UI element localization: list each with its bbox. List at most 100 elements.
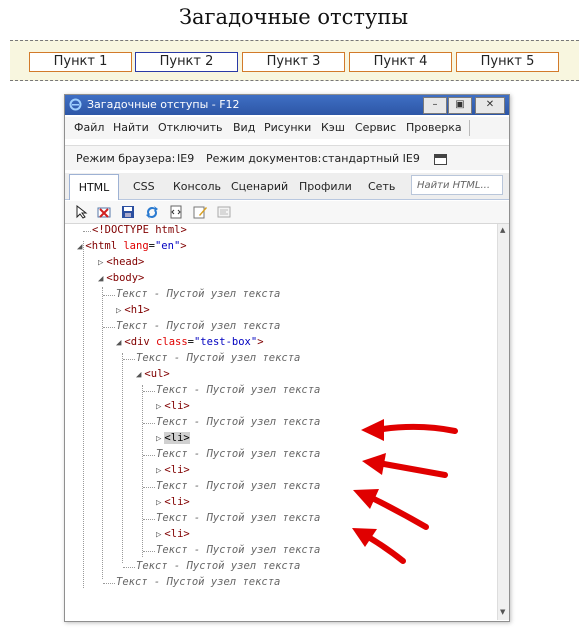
menu-view[interactable]: Вид <box>233 121 255 134</box>
tree-guide-tick <box>123 567 135 568</box>
tab-profiler[interactable]: Профили <box>299 180 352 193</box>
collapse-icon: ◢ <box>77 242 83 252</box>
collapse-icon: ◢ <box>98 274 104 284</box>
devtools-toolbar <box>65 201 509 224</box>
tree-node-doctype[interactable]: <!DOCTYPE html> <box>92 224 187 236</box>
tree-guide-tick <box>143 423 155 424</box>
minimize-button[interactable]: – <box>423 97 447 114</box>
collapse-icon: ◢ <box>136 370 142 380</box>
tree-text-node[interactable]: Текст - Пустой узел текста <box>156 480 320 492</box>
save-icon[interactable] <box>121 205 135 219</box>
browser-mode-label: Режим браузера: <box>76 152 176 165</box>
tree-guide-tick <box>103 295 115 296</box>
tree-guide-line <box>142 385 143 557</box>
tree-guide-line <box>102 287 103 579</box>
expand-icon: ▷ <box>156 434 162 444</box>
menu-cache[interactable]: Кэш <box>321 121 345 134</box>
expand-icon: ▷ <box>156 530 162 540</box>
menu-item-5[interactable]: Пункт 5 <box>456 52 559 72</box>
clear-outlines-icon[interactable] <box>97 205 111 219</box>
devtools-titlebar: Загадочные отступы - F12 – ▣ ✕ <box>65 95 509 115</box>
tab-console[interactable]: Консоль <box>173 180 221 193</box>
find-html-input[interactable]: Найти HTML... <box>411 175 503 195</box>
menu-file[interactable]: Файл <box>74 121 104 134</box>
tree-guide-tick <box>103 327 115 328</box>
menu-disable[interactable]: Отключить <box>158 121 223 134</box>
refresh-icon[interactable] <box>145 205 159 219</box>
tree-guide-tick <box>143 455 155 456</box>
menu-item-2[interactable]: Пункт 2 <box>135 52 238 72</box>
tree-guide-tick <box>143 391 155 392</box>
menu-item-3[interactable]: Пункт 3 <box>242 52 345 72</box>
doc-mode-label: Режим документов: <box>206 152 322 165</box>
tree-guide-line <box>83 241 84 588</box>
tree-guide-tick <box>83 231 91 232</box>
pin-window-icon[interactable] <box>434 154 447 165</box>
menu-images[interactable]: Рисунки <box>264 121 311 134</box>
tree-guide-tick <box>143 551 155 552</box>
menu-find[interactable]: Найти <box>113 121 149 134</box>
tab-css[interactable]: CSS <box>133 180 155 193</box>
tree-node-html[interactable]: ◢ <html lang="en"> <box>77 240 187 252</box>
dom-tree: <!DOCTYPE html> ◢ <html lang="en"> ▷ <head… <box>65 224 495 620</box>
edit-icon[interactable] <box>193 205 207 219</box>
tree-guide-tick <box>143 487 155 488</box>
tab-html[interactable]: HTML <box>69 174 119 200</box>
tree-guide-line <box>122 353 123 563</box>
tree-scrollbar[interactable]: ▲ ▼ <box>497 224 509 620</box>
menu-item-1[interactable]: Пункт 1 <box>29 52 132 72</box>
tree-guide-tick <box>143 519 155 520</box>
tree-node-li[interactable]: ▷ <li> <box>156 496 190 508</box>
collapse-icon: ◢ <box>116 338 122 348</box>
tree-node-div[interactable]: ◢ <div class="test-box"> <box>116 336 264 348</box>
devtools-tabs: HTML CSS Консоль Сценарий Профили Сеть Н… <box>65 173 509 200</box>
word-wrap-icon[interactable] <box>217 205 231 219</box>
ie-icon <box>69 98 82 111</box>
tree-text-node[interactable]: Текст - Пустой узел текста <box>136 560 300 572</box>
tree-text-node[interactable]: Текст - Пустой узел текста <box>116 320 280 332</box>
view-source-icon[interactable] <box>169 205 183 219</box>
tree-text-node[interactable]: Текст - Пустой узел текста <box>156 384 320 396</box>
tree-text-node[interactable]: Текст - Пустой узел текста <box>156 512 320 524</box>
mode-bar: Режим браузера: IE9 Режим документов: ст… <box>65 145 509 170</box>
expand-icon: ▷ <box>156 466 162 476</box>
scroll-up-icon[interactable]: ▲ <box>500 226 505 234</box>
tree-node-li[interactable]: ▷ <li> <box>156 464 190 476</box>
maximize-button[interactable]: ▣ <box>448 97 472 114</box>
tree-text-node[interactable]: Текст - Пустой узел текста <box>156 448 320 460</box>
browser-mode-value[interactable]: IE9 <box>177 152 194 165</box>
page-title: Загадочные отступы <box>178 5 409 29</box>
tree-guide-tick <box>103 583 115 584</box>
tab-script[interactable]: Сценарий <box>231 180 288 193</box>
menu-item-4[interactable]: Пункт 4 <box>349 52 452 72</box>
devtools-window: Загадочные отступы - F12 – ▣ ✕ Файл Найт… <box>64 94 510 622</box>
devtools-menubar: Файл Найти Отключить Вид Рисунки Кэш Сер… <box>65 117 509 139</box>
tree-node-ul[interactable]: ◢ <ul> <box>136 368 170 380</box>
menu-tools[interactable]: Сервис <box>355 121 396 134</box>
tree-text-node[interactable]: Текст - Пустой узел текста <box>116 288 280 300</box>
tab-network[interactable]: Сеть <box>368 180 395 193</box>
tree-text-node[interactable]: Текст - Пустой узел текста <box>136 352 300 364</box>
scroll-down-icon[interactable]: ▼ <box>500 608 505 616</box>
expand-icon: ▷ <box>156 498 162 508</box>
menu-separator <box>469 120 470 136</box>
expand-icon: ▷ <box>156 402 162 412</box>
tree-node-li[interactable]: ▷ <li> <box>156 400 190 412</box>
tree-text-node[interactable]: Текст - Пустой узел текста <box>116 576 280 588</box>
tree-node-li[interactable]: ▷ <li> <box>156 528 190 540</box>
tree-guide-tick <box>123 359 135 360</box>
tree-text-node[interactable]: Текст - Пустой узел текста <box>156 416 320 428</box>
close-button[interactable]: ✕ <box>475 97 505 114</box>
expand-icon: ▷ <box>116 306 122 316</box>
window-title: Загадочные отступы - F12 <box>87 98 240 111</box>
expand-icon: ▷ <box>98 258 104 268</box>
tree-node-li-selected[interactable]: ▷ <li> <box>156 432 190 444</box>
tree-node-h1[interactable]: ▷ <h1> <box>116 304 150 316</box>
menu-bar: Пункт 1 Пункт 2 Пункт 3 Пункт 4 Пункт 5 <box>10 40 579 81</box>
tree-text-node[interactable]: Текст - Пустой узел текста <box>156 544 320 556</box>
doc-mode-value[interactable]: стандартный IE9 <box>322 152 420 165</box>
select-element-icon[interactable] <box>75 205 89 219</box>
menu-validate[interactable]: Проверка <box>406 121 462 134</box>
tree-node-head[interactable]: ▷ <head> <box>98 256 144 268</box>
tree-node-body[interactable]: ◢ <body> <box>98 272 144 284</box>
